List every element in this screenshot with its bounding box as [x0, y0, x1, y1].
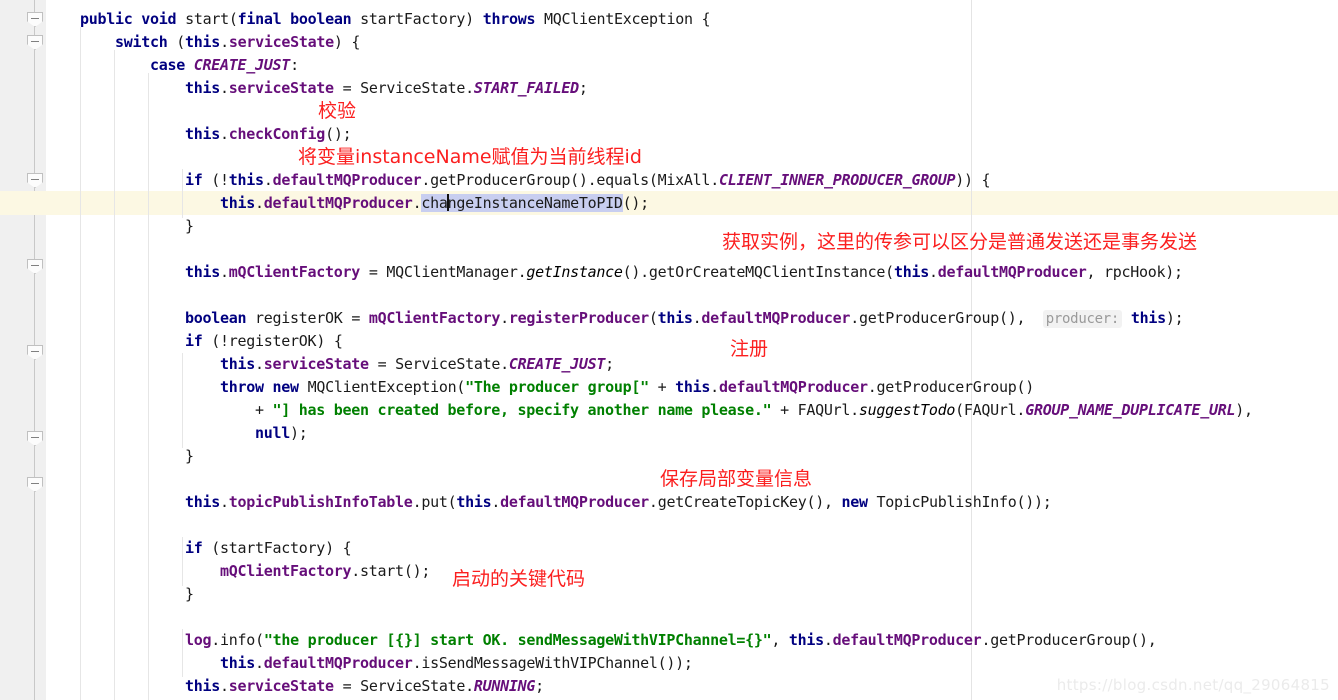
code-line[interactable]: } [80, 215, 194, 238]
code-line[interactable]: null); [80, 422, 308, 445]
code-annotation: 启动的关键代码 [452, 568, 586, 590]
code-line[interactable]: this.serviceState = ServiceState.CREATE_… [80, 353, 614, 376]
code-annotation: 保存局部变量信息 [660, 468, 813, 490]
code-line[interactable]: } [80, 583, 194, 606]
code-annotation: 将变量instanceName赋值为当前线程id [298, 146, 642, 168]
code-annotation: 注册 [730, 338, 769, 360]
parameter-hint: producer: [1042, 310, 1123, 328]
code-line[interactable]: if (!this.defaultMQProducer.getProducerG… [80, 169, 991, 192]
code-line[interactable]: log.info("the producer [{}] start OK. se… [80, 629, 1157, 652]
code-line[interactable]: this.topicPublishInfoTable.put(this.defa… [80, 491, 1052, 514]
text-selection[interactable]: changeInstanceNameToPID [421, 194, 623, 212]
code-line[interactable]: public void start(final boolean startFac… [80, 8, 711, 31]
code-line[interactable]: boolean registerOK = mQClientFactory.reg… [80, 307, 1184, 330]
code-line[interactable]: this.mQClientFactory = MQClientManager.g… [80, 261, 1183, 284]
watermark: https://blog.csdn.net/qq_29064815 [1056, 676, 1330, 694]
code-editor[interactable]: public void start(final boolean startFac… [0, 0, 1338, 700]
code-line[interactable]: this.serviceState = ServiceState.RUNNING… [80, 675, 544, 698]
code-annotation: 获取实例，这里的传参可以区分是普通发送还是事务发送 [722, 231, 1198, 253]
code-line[interactable]: switch (this.serviceState) { [80, 31, 360, 54]
code-annotation: 校验 [318, 100, 357, 122]
code-line[interactable]: case CREATE_JUST: [80, 54, 299, 77]
code-line[interactable]: } [80, 445, 194, 468]
code-line[interactable]: this.checkConfig(); [80, 123, 352, 146]
code-line[interactable]: mQClientFactory.start(); [80, 560, 430, 583]
code-line[interactable]: if (startFactory) { [80, 537, 352, 560]
code-line[interactable]: this.defaultMQProducer.changeInstanceNam… [80, 192, 649, 215]
text-caret [446, 194, 449, 211]
code-line[interactable]: this.serviceState = ServiceState.START_F… [80, 77, 588, 100]
code-line[interactable]: + "] has been created before, specify an… [80, 399, 1253, 422]
code-line[interactable]: this.defaultMQProducer.isSendMessageWith… [80, 652, 693, 675]
code-content[interactable]: public void start(final boolean startFac… [0, 0, 1338, 700]
code-line[interactable]: throw new MQClientException("The produce… [80, 376, 1034, 399]
code-line[interactable]: if (!registerOK) { [80, 330, 343, 353]
